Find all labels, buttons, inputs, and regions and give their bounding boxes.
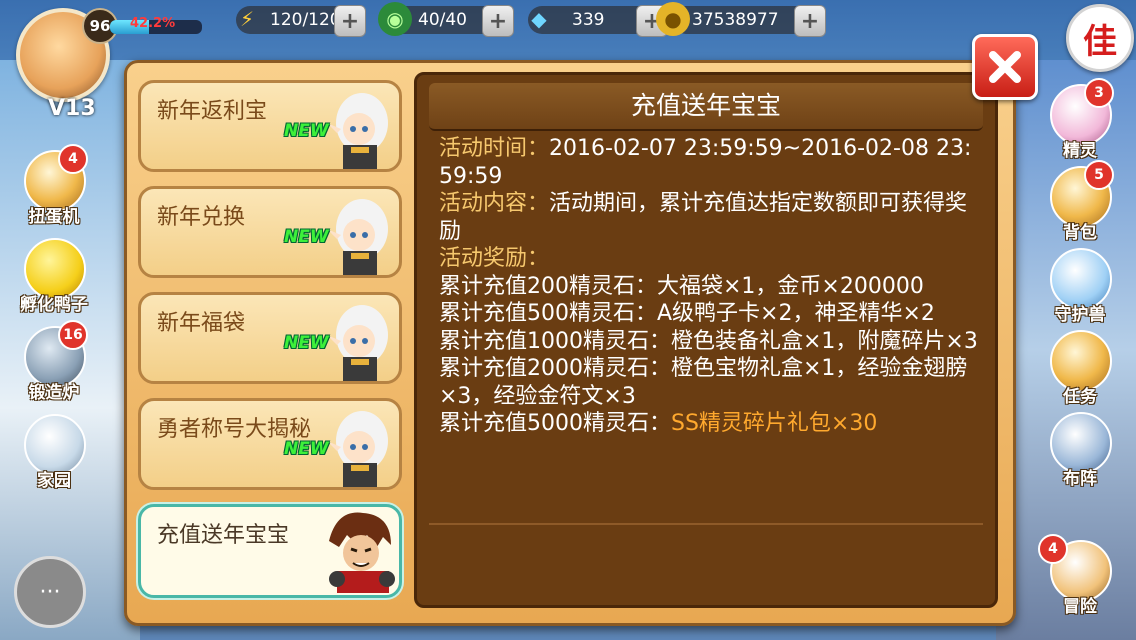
tab-hero-title-reveal[interactable]: 勇者称号大揭秘 NEW	[138, 398, 402, 490]
quest-button[interactable]: 任务	[1040, 330, 1120, 408]
chat-icon: ···	[39, 579, 61, 605]
diamond-icon: ◆	[531, 7, 547, 31]
tab-label: 充值送年宝宝	[157, 523, 290, 548]
chat-button[interactable]: ···	[14, 556, 86, 628]
add-stamina-button[interactable]: +	[334, 5, 366, 37]
new-badge: NEW	[284, 333, 329, 353]
forge-button[interactable]: 16 锻造炉	[14, 320, 94, 404]
duck-hatch-button[interactable]: 孵化鸭子	[14, 238, 94, 316]
adventure-label: 冒险	[1063, 597, 1097, 617]
lightning-icon: ⚡	[239, 7, 255, 31]
warrior-portrait	[329, 512, 395, 593]
gold-counter: ● 37538977 +	[656, 2, 826, 37]
energy-value: 40/40	[418, 10, 467, 30]
globe-icon: ◉	[378, 2, 412, 36]
event-detail-panel: 充值送年宝宝 活动时间：2016-02-07 23:59:59~2016-02-…	[414, 72, 998, 608]
bag-button[interactable]: 5 背包	[1040, 160, 1120, 244]
stamina-value: 120/120	[270, 10, 341, 30]
new-badge: NEW	[284, 227, 329, 247]
bag-label: 背包	[1063, 223, 1097, 243]
event-time-label: 活动时间：	[439, 136, 550, 161]
forge-label: 锻造炉	[28, 383, 80, 403]
close-button[interactable]	[972, 34, 1038, 100]
adventure-badge: 4	[1038, 534, 1068, 564]
guardian-button[interactable]: 守护兽	[1040, 248, 1120, 326]
coin-icon: ●	[656, 2, 690, 36]
reward-line: 累计充值200精灵石：大福袋×1，金币×200000	[439, 273, 924, 299]
panel-title: 充值送年宝宝	[429, 83, 983, 131]
panel-divider	[429, 523, 983, 525]
reward-line: 累计充值500精灵石：A级鸭子卡×2，神圣精华×2	[439, 301, 935, 326]
event-description[interactable]: 活动时间：2016-02-07 23:59:59~2016-02-08 23:5…	[439, 135, 979, 521]
event-time: 活动时间：2016-02-07 23:59:59~2016-02-08 23:5…	[439, 135, 979, 190]
gacha-label: 扭蛋机	[28, 207, 80, 227]
new-badge: NEW	[284, 439, 329, 459]
tab-label: 新年福袋	[157, 311, 246, 336]
reward-line: 累计充值1000精灵石：橙色装备礼盒×1，附魔碎片×3	[439, 328, 978, 354]
vip-level: V13	[48, 96, 96, 121]
gacha-badge: 4	[58, 144, 88, 174]
forge-badge: 16	[58, 320, 88, 350]
reward-line: 累计充值5000精灵石：SS精灵碎片礼包×30	[439, 410, 979, 438]
formation-label: 布阵	[1063, 469, 1097, 489]
tab-label: 新年兑换	[157, 205, 246, 230]
stamina-counter: ⚡ 120/120 +	[236, 5, 366, 37]
quest-label: 任务	[1063, 387, 1097, 407]
exp-percent: 42.2%	[130, 16, 176, 31]
corner-menu-button[interactable]: 佳	[1066, 4, 1134, 72]
top-bar: 96 42.2% ⚡ 120/120 + ◉ 40/40 + ◆ 339 + ●…	[0, 0, 1136, 102]
energy-counter: ◉ 40/40 +	[378, 2, 514, 37]
tab-new-year-rebate[interactable]: 新年返利宝 NEW	[138, 80, 402, 172]
diamond-value: 339	[572, 10, 605, 30]
gacha-button[interactable]: 4 扭蛋机	[14, 144, 94, 228]
home-button[interactable]: 家园	[14, 414, 94, 492]
home-label: 家园	[37, 471, 71, 491]
event-content-label: 活动内容：	[439, 191, 550, 216]
reward-line-prefix: 累计充值5000精灵石：	[439, 411, 671, 436]
tab-recharge-new-year-baby[interactable]: 充值送年宝宝	[138, 504, 402, 598]
guardian-label: 守护兽	[1054, 305, 1106, 325]
spirit-button[interactable]: 3 精灵	[1040, 78, 1120, 162]
add-energy-button[interactable]: +	[482, 5, 514, 37]
spirit-label: 精灵	[1063, 141, 1097, 161]
event-rewards-label: 活动奖励：	[439, 246, 550, 271]
event-tabs: 新年返利宝 NEW 新年兑换 NEW 新年福袋 NEW 勇者称号大揭秘 NEW …	[138, 76, 408, 604]
reward-line-value: SS精灵碎片礼包×30	[671, 411, 878, 436]
event-content: 活动内容：活动期间，累计充值达指定数额即可获得奖励	[439, 190, 979, 245]
bag-badge: 5	[1084, 160, 1114, 190]
tab-new-year-lucky-bag[interactable]: 新年福袋 NEW	[138, 292, 402, 384]
spirit-badge: 3	[1084, 78, 1114, 108]
gold-value: 37538977	[692, 10, 779, 30]
tab-new-year-exchange[interactable]: 新年兑换 NEW	[138, 186, 402, 278]
adventure-button[interactable]: 4 冒险	[1038, 534, 1120, 618]
close-icon	[989, 51, 1021, 83]
duck-hatch-label: 孵化鸭子	[20, 295, 88, 315]
add-gold-button[interactable]: +	[794, 5, 826, 37]
formation-button[interactable]: 布阵	[1040, 412, 1120, 490]
new-badge: NEW	[284, 121, 329, 141]
diamond-counter: ◆ 339 +	[528, 5, 668, 37]
tab-label: 新年返利宝	[157, 99, 268, 124]
reward-line: 累计充值2000精灵石：橙色宝物礼盒×1，经验金翅膀×3，经验金符文×3	[439, 356, 968, 409]
